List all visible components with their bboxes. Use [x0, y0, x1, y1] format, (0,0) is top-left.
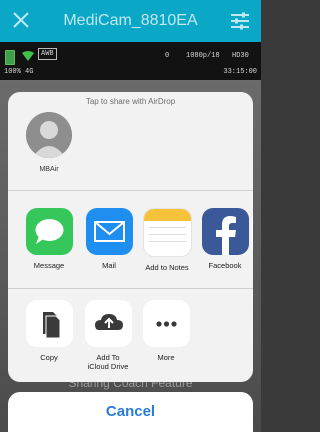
share-app-label: Mail — [102, 261, 116, 270]
share-app-label: Message — [33, 261, 65, 270]
share-app-notes[interactable]: Add to Notes — [142, 208, 192, 272]
action-more[interactable]: More — [138, 300, 194, 362]
settings-sliders-icon[interactable] — [229, 11, 251, 31]
quality-text: HD30 — [232, 52, 249, 60]
action-icloud-drive[interactable]: Add To iCloud Drive — [80, 300, 136, 371]
copy-icon — [25, 300, 73, 347]
battery-icon — [5, 50, 15, 65]
action-label: More — [157, 353, 175, 362]
more-icon — [142, 300, 190, 347]
airdrop-hint: Tap to share with AirDrop — [85, 97, 176, 106]
divider — [8, 288, 253, 289]
status-zero: 0 — [165, 52, 170, 60]
action-copy[interactable]: Copy — [21, 300, 77, 362]
cloud-upload-icon — [84, 300, 132, 347]
share-app-facebook[interactable]: Facebook — [200, 208, 250, 270]
action-label: Copy — [40, 353, 58, 362]
action-label: Add To iCloud Drive — [87, 353, 129, 371]
page-title: MediCam_8810EA — [63, 12, 198, 29]
cancel-button[interactable]: Cancel — [8, 392, 253, 432]
wifi-icon — [22, 51, 34, 61]
status-bar: AWB 100% 4G 0 1080p/18 HD30 33:15:00 — [0, 42, 261, 80]
battery-text: 100% 4G — [4, 68, 34, 76]
time-text: 33:15:00 — [223, 68, 257, 76]
share-app-partial[interactable] — [252, 208, 253, 255]
notes-icon — [142, 208, 192, 257]
airdrop-device-label: MBAir — [39, 166, 59, 173]
header-bar: MediCam_8810EA — [0, 0, 261, 42]
divider — [8, 190, 253, 191]
resolution-text: 1080p/18 — [186, 52, 220, 60]
share-app-mail[interactable]: Mail — [84, 208, 134, 270]
awb-badge: AWB — [38, 48, 57, 60]
airdrop-device-avatar[interactable] — [26, 112, 72, 158]
share-app-label: Facebook — [208, 261, 242, 270]
message-icon — [25, 208, 73, 255]
share-app-label: Add to Notes — [145, 263, 189, 272]
facebook-icon — [201, 208, 249, 255]
person-icon — [26, 112, 72, 158]
mail-icon — [85, 208, 133, 255]
share-app-message[interactable]: Message — [24, 208, 74, 270]
share-sheet: Tap to share with AirDrop MBAir Message … — [8, 92, 253, 382]
